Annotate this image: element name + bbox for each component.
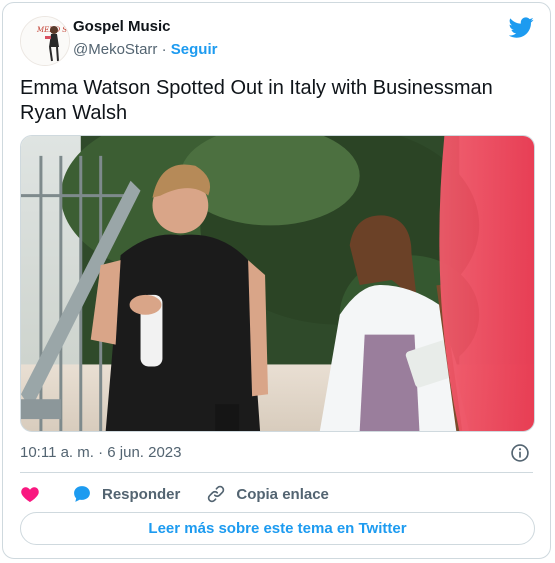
tweet-text: Emma Watson Spotted Out in Italy with Bu… (20, 77, 493, 124)
tweet-card: MEKO STARR Gospel Music @MekoStarr · Seg… (2, 2, 551, 559)
follow-button[interactable]: Seguir (171, 41, 218, 58)
tweet-photo[interactable] (20, 135, 535, 432)
author-handle[interactable]: @MekoStarr (73, 41, 157, 58)
handle-separator: · (161, 41, 167, 58)
author-handle-row: @MekoStarr · Seguir (73, 41, 217, 58)
avatar[interactable]: MEKO STARR (20, 16, 70, 66)
like-button[interactable] (20, 484, 40, 504)
author-name[interactable]: Gospel Music (73, 18, 171, 35)
read-more-button[interactable]: Leer más sobre este tema en Twitter (20, 512, 535, 545)
reply-button[interactable]: Responder (72, 484, 180, 504)
copy-link-label: Copia enlace (236, 485, 329, 503)
heart-icon (21, 487, 39, 502)
divider (20, 472, 533, 473)
tweet-timestamp[interactable]: 10:11 a. m. · 6 jun. 2023 (20, 444, 182, 461)
twitter-bird-icon[interactable] (509, 15, 534, 40)
action-bar: Responder Copia enlace (20, 481, 329, 507)
avatar-image: MEKO STARR (21, 17, 69, 65)
speech-bubble-icon (74, 486, 90, 502)
copy-link-button[interactable]: Copia enlace (206, 484, 329, 504)
photo-image (21, 136, 534, 431)
reply-label: Responder (102, 485, 181, 503)
link-icon (208, 485, 225, 503)
info-icon[interactable] (510, 443, 530, 463)
